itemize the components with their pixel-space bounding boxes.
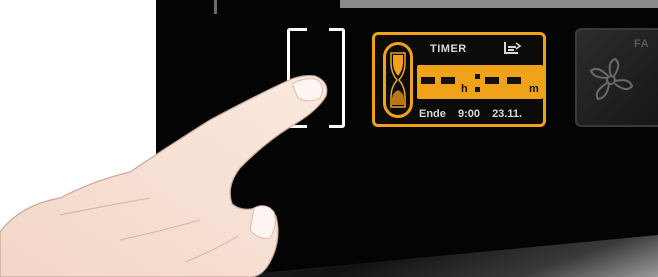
scene: TIMER h m Ende 9:00 23.11. FA — [0, 0, 658, 277]
pointing-hand — [0, 75, 328, 277]
